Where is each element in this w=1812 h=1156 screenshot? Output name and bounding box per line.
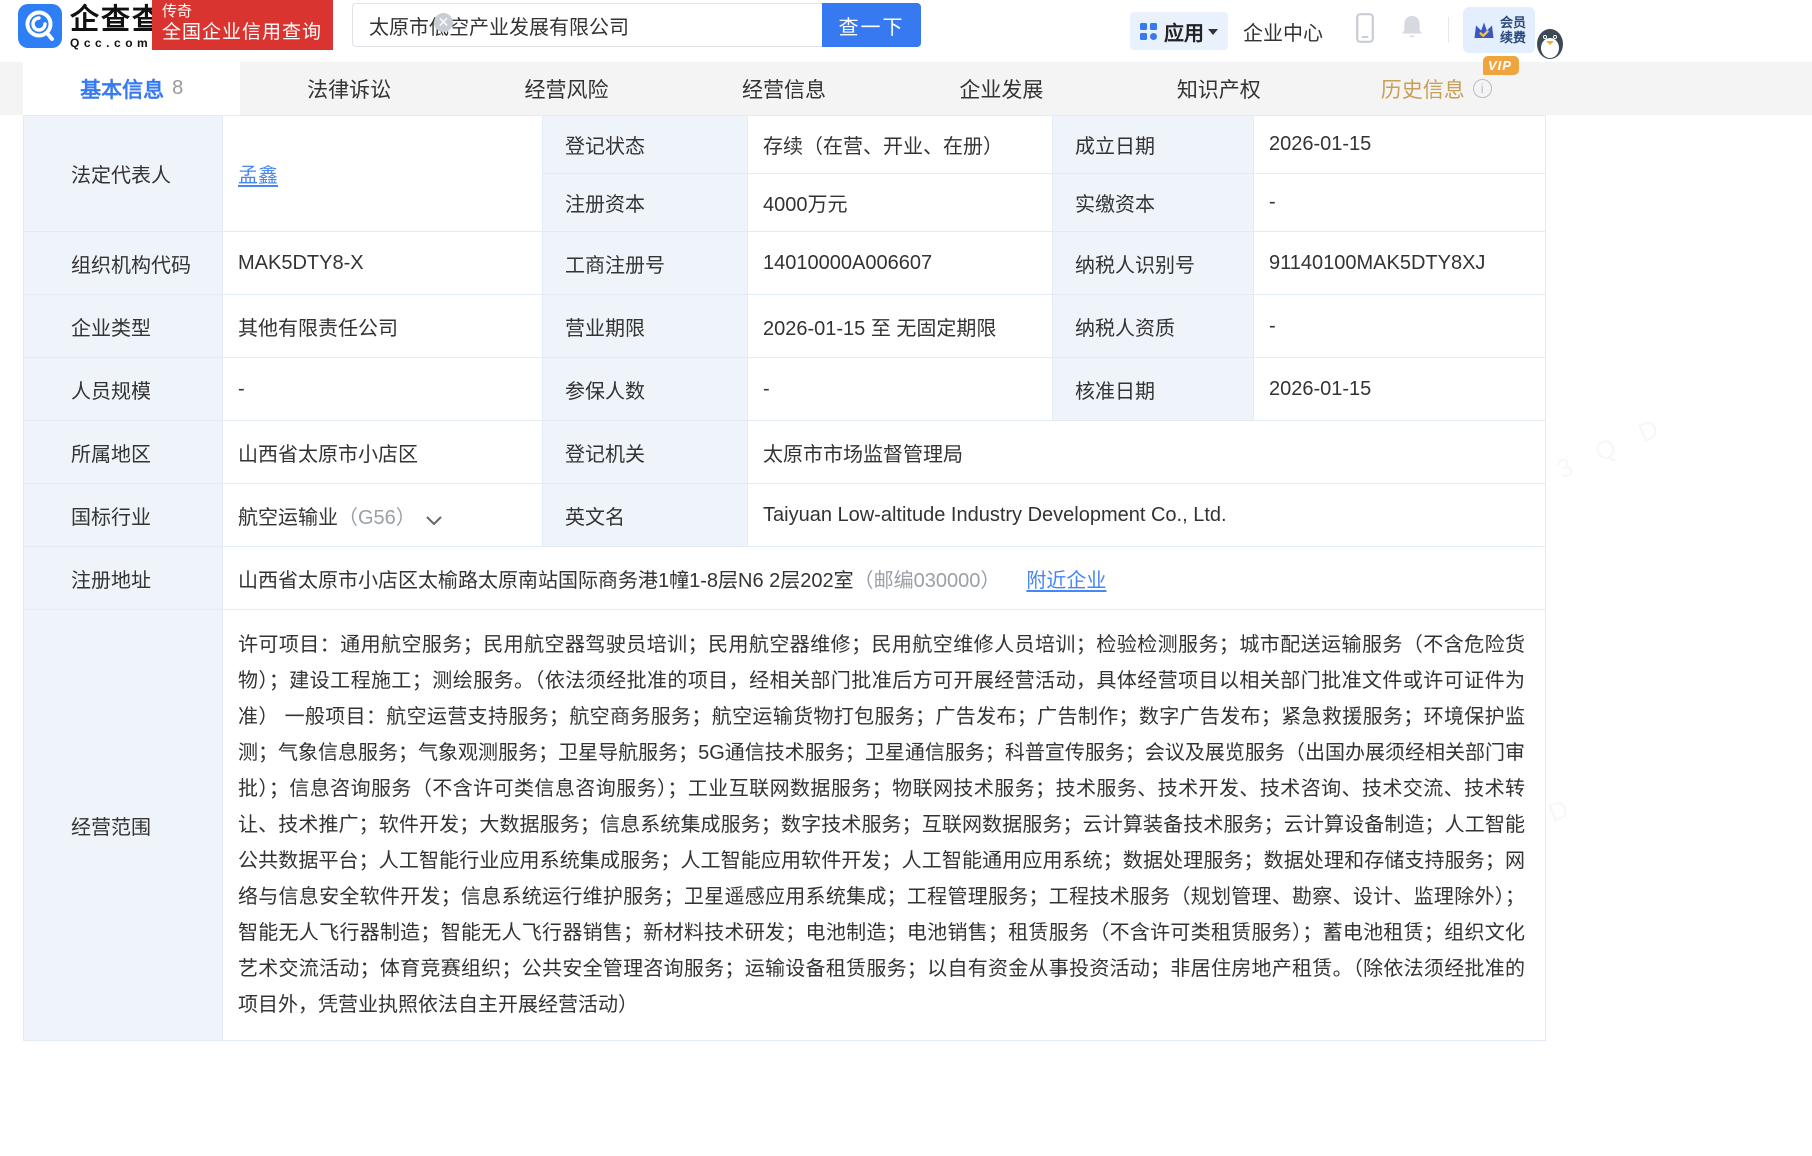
enterprise-center-link[interactable]: 企业中心: [1243, 17, 1323, 46]
company-info-table: 法定代表人 孟鑫 登记状态 存续（在营、开业、在册） 成立日期 2026-01-…: [23, 115, 1546, 1041]
tab-operating-info[interactable]: 经营信息: [675, 62, 892, 115]
vip-renew-label: 会员 续费: [1500, 15, 1526, 45]
promo-banner[interactable]: 传奇 全国企业信用查询: [152, 0, 333, 50]
taxpayer-id-label: 纳税人识别号: [1053, 232, 1254, 295]
promo-line2: 全国企业信用查询: [162, 21, 333, 45]
phone-icon[interactable]: [1356, 13, 1374, 43]
org-code-value: MAK5DTY8-X: [223, 232, 543, 295]
address-value: 山西省太原市小店区太榆路太原南站国际商务港1幢1-8层N6 2层202室（邮编0…: [223, 547, 1546, 610]
search-input[interactable]: [352, 3, 822, 47]
paid-capital-label: 实缴资本: [1053, 174, 1254, 232]
grid-icon: [1140, 23, 1157, 40]
vip-badge: VIP: [1483, 56, 1519, 75]
region-label: 所属地区: [24, 421, 223, 484]
establish-date-label: 成立日期: [1053, 116, 1254, 174]
taxpayer-quality-value: -: [1254, 295, 1546, 358]
reg-authority-value: 太原市市场监督管理局: [748, 421, 1546, 484]
tab-bar: 基本信息 8 法律诉讼 经营风险 经营信息 企业发展 知识产权 VIP 历史信息…: [0, 62, 1812, 115]
reg-capital-label: 注册资本: [543, 174, 748, 232]
apps-label: 应用: [1164, 17, 1204, 46]
page: E M U 3 Q D E M U 3 Q D E M U 3 Q D E M …: [0, 0, 1812, 1156]
chevron-down-icon[interactable]: [426, 516, 442, 526]
divider: [1448, 17, 1449, 43]
insured-count-value: -: [748, 358, 1053, 421]
english-name-value: Taiyuan Low-altitude Industry Developmen…: [748, 484, 1546, 547]
business-reg-no-label: 工商注册号: [543, 232, 748, 295]
brand-name: 企查查: [70, 5, 163, 35]
reg-capital-value: 4000万元: [748, 174, 1053, 232]
brand-domain: Qcc.com: [70, 36, 163, 50]
business-term-label: 营业期限: [543, 295, 748, 358]
legal-rep-value: 孟鑫: [223, 116, 543, 232]
tab-operating-risk[interactable]: 经营风险: [458, 62, 675, 115]
tab-basic-info-count: 8: [172, 77, 183, 100]
business-scope-label: 经营范围: [24, 610, 223, 1041]
staff-size-label: 人员规模: [24, 358, 223, 421]
business-term-value: 2026-01-15 至 无固定期限: [748, 295, 1053, 358]
company-type-label: 企业类型: [24, 295, 223, 358]
customer-service-penguin-icon[interactable]: [1535, 24, 1565, 60]
business-scope-value: 许可项目：通用航空服务；民用航空器驾驶员培训；民用航空器维修；民用航空维修人员培…: [223, 610, 1546, 1041]
reg-status-value: 存续（在营、开业、在册）: [748, 116, 1053, 174]
search-button[interactable]: 查一下: [822, 3, 921, 47]
vip-renew-button[interactable]: 会员 续费: [1463, 7, 1535, 53]
tab-history-info[interactable]: VIP 历史信息 i: [1328, 62, 1545, 115]
paid-capital-value: -: [1254, 174, 1546, 232]
crown-icon: [1472, 19, 1496, 41]
english-name-label: 英文名: [543, 484, 748, 547]
nearby-companies-link[interactable]: 附近企业: [1026, 570, 1106, 592]
org-code-label: 组织机构代码: [24, 232, 223, 295]
tab-basic-info-label: 基本信息: [80, 74, 164, 104]
insured-count-label: 参保人数: [543, 358, 748, 421]
tab-enterprise-development[interactable]: 企业发展: [893, 62, 1110, 115]
approval-date-label: 核准日期: [1053, 358, 1254, 421]
industry-label: 国标行业: [24, 484, 223, 547]
apps-menu[interactable]: 应用: [1130, 12, 1228, 50]
tab-intellectual-property[interactable]: 知识产权: [1110, 62, 1327, 115]
approval-date-value: 2026-01-15: [1254, 358, 1546, 421]
legal-rep-label: 法定代表人: [24, 116, 223, 232]
establish-date-value: 2026-01-15: [1254, 116, 1546, 174]
clear-search-icon[interactable]: ✕: [434, 13, 453, 32]
business-reg-no-value: 14010000A006607: [748, 232, 1053, 295]
caret-down-icon: [1208, 29, 1218, 35]
staff-size-value: -: [223, 358, 543, 421]
taxpayer-id-value: 91140100MAK5DTY8XJ: [1254, 232, 1546, 295]
reg-status-label: 登记状态: [543, 116, 748, 174]
top-header: 企查查 Qcc.com 传奇 全国企业信用查询 查一下 ✕ 应用 企业中心: [0, 0, 1812, 62]
promo-line1: 传奇: [162, 3, 333, 21]
address-label: 注册地址: [24, 547, 223, 610]
region-value: 山西省太原市小店区: [223, 421, 543, 484]
tab-legal-litigation[interactable]: 法律诉讼: [240, 62, 457, 115]
bell-icon[interactable]: [1400, 14, 1424, 41]
brand[interactable]: 企查查 Qcc.com: [70, 5, 163, 50]
qcc-logo-icon[interactable]: [18, 4, 62, 48]
tab-basic-info[interactable]: 基本信息 8: [23, 62, 240, 115]
industry-value: 航空运输业（G56）: [223, 484, 543, 547]
legal-rep-link[interactable]: 孟鑫: [238, 165, 278, 187]
info-icon[interactable]: i: [1473, 79, 1492, 98]
company-type-value: 其他有限责任公司: [223, 295, 543, 358]
taxpayer-quality-label: 纳税人资质: [1053, 295, 1254, 358]
reg-authority-label: 登记机关: [543, 421, 748, 484]
